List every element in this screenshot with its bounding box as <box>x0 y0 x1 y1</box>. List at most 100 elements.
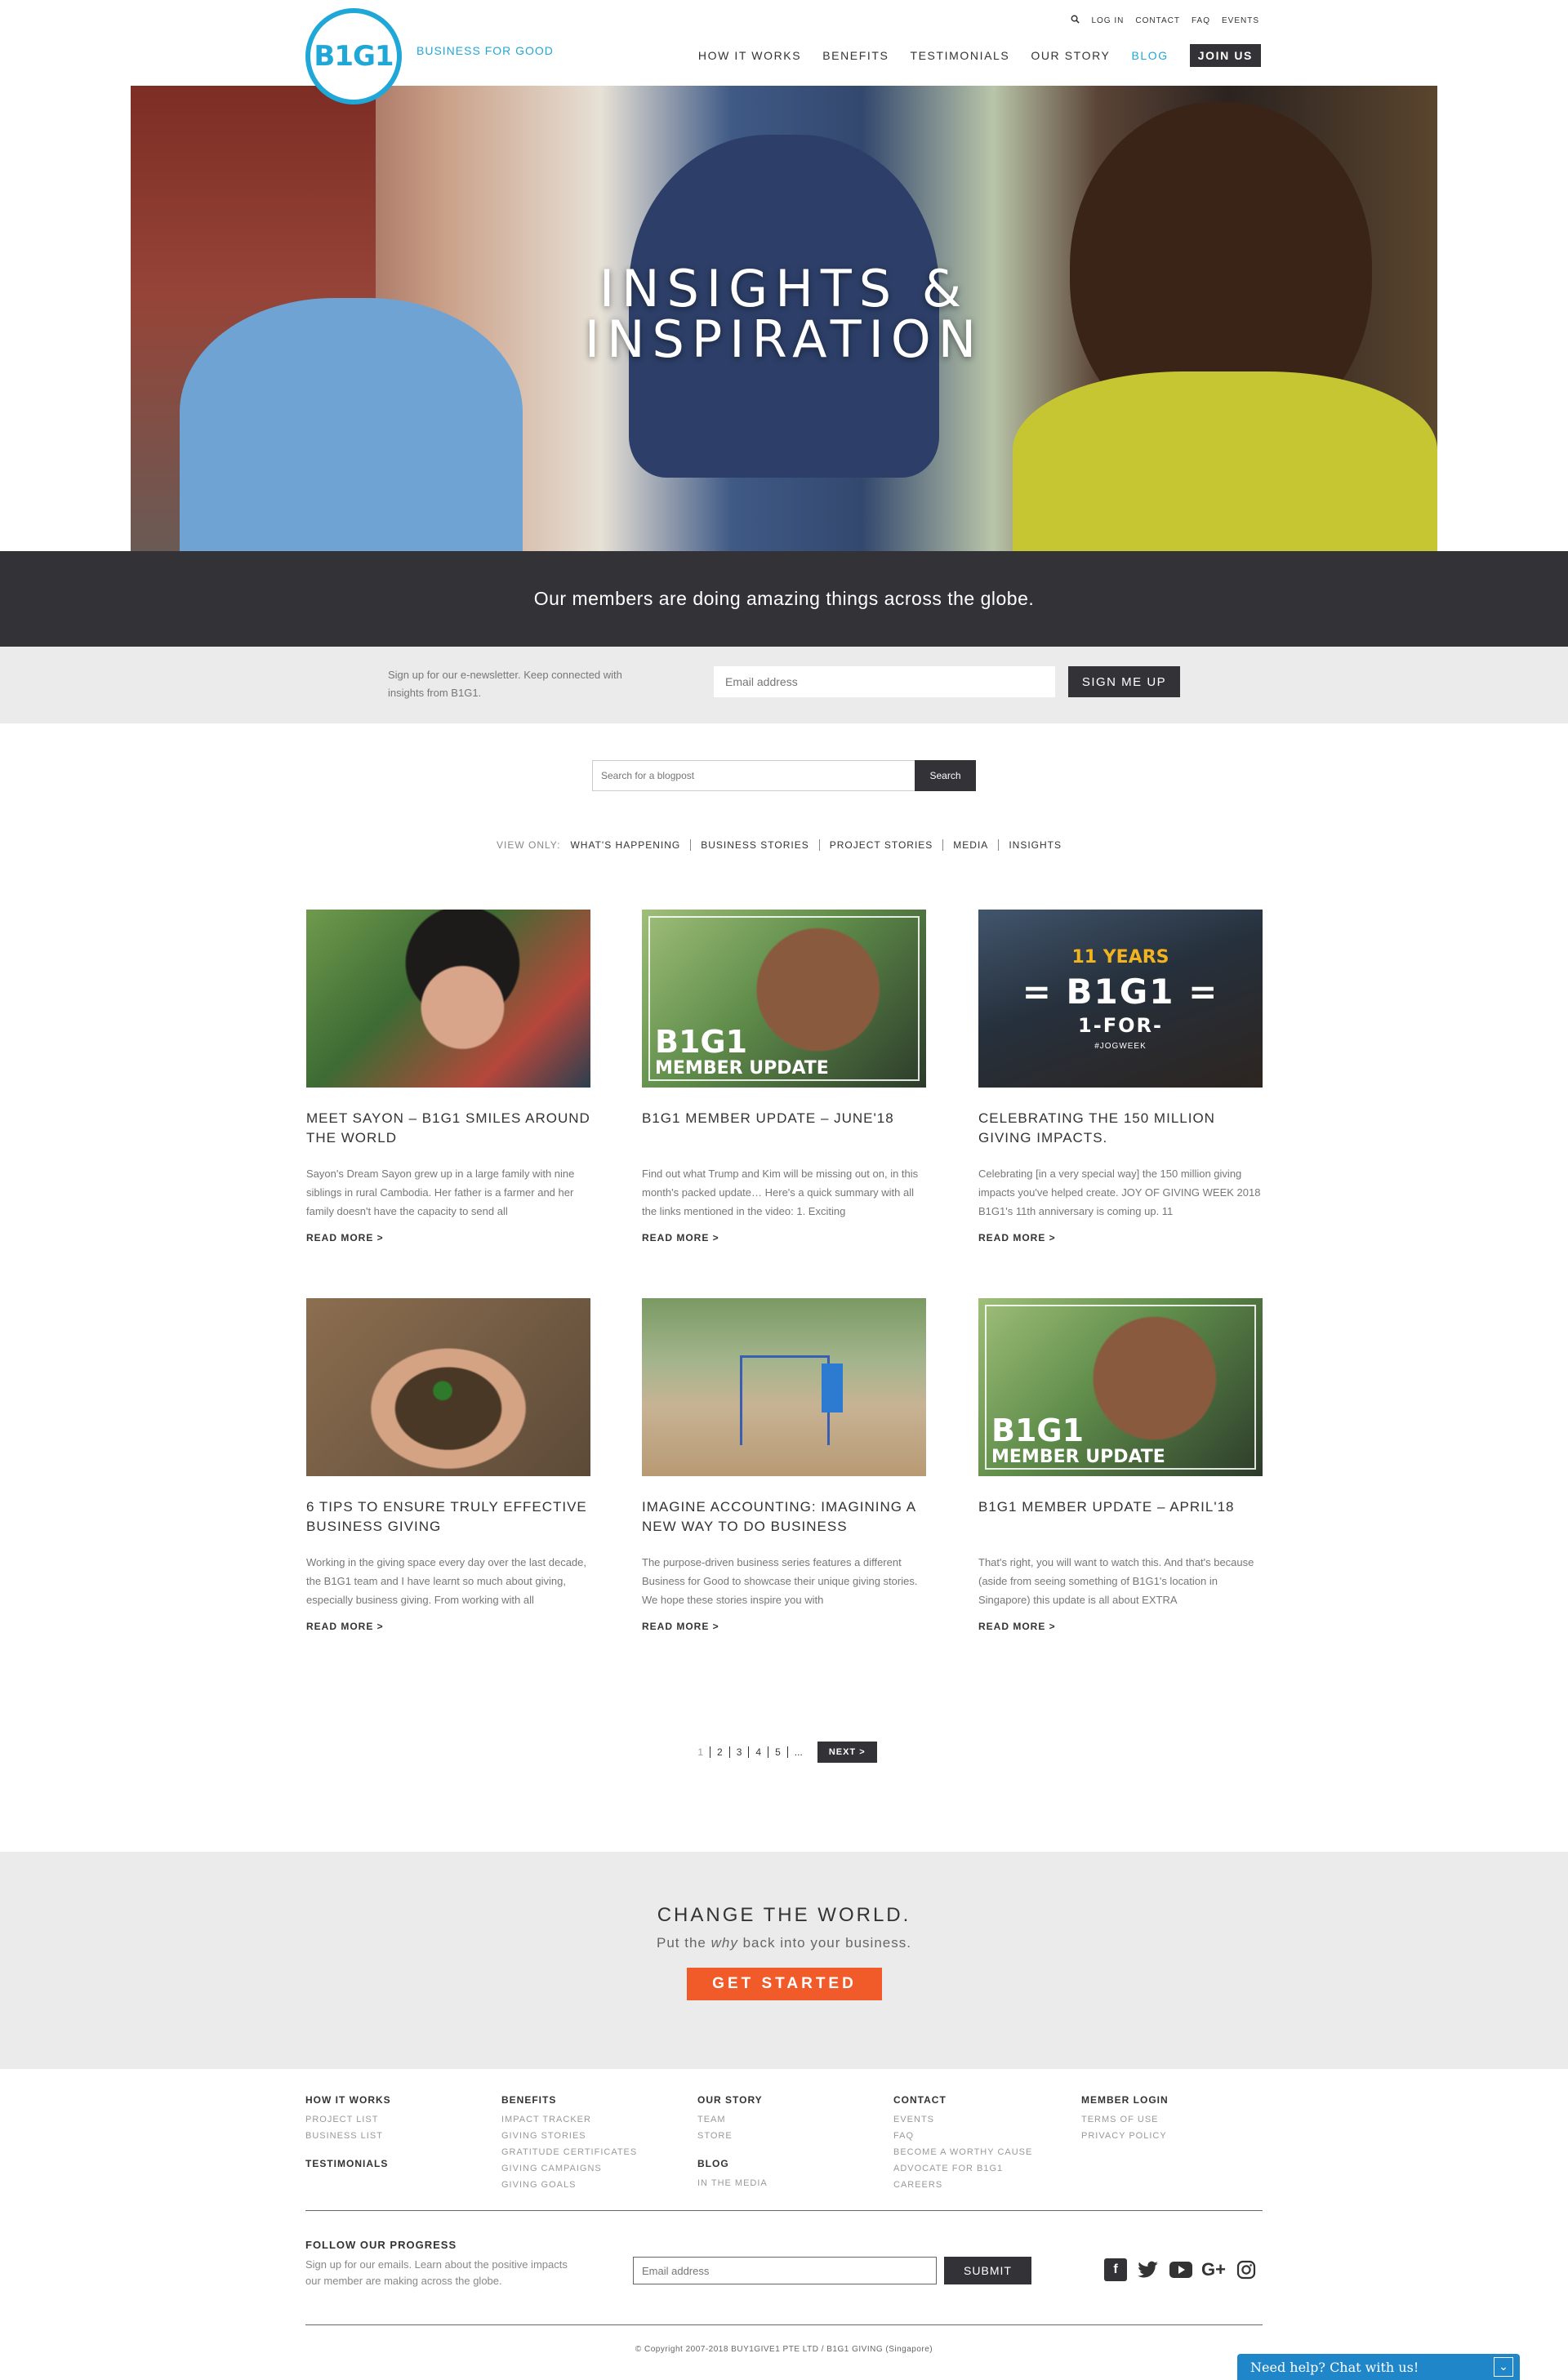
chat-widget[interactable]: Need help? Chat with us! ⌄ <box>1237 2354 1520 2380</box>
blog-post-card: 11 YEARS = B1G1 = 1-FOR- #JOGWEEK CELEBR… <box>978 910 1263 1243</box>
page-3[interactable]: 3 <box>728 1746 749 1758</box>
footer-link[interactable]: TEAM <box>697 2111 768 2128</box>
util-nav-events[interactable]: EVENTS <box>1222 16 1259 25</box>
post-thumbnail[interactable]: 11 YEARS = B1G1 = 1-FOR- #JOGWEEK <box>978 910 1263 1088</box>
logo-text: B1G1 <box>314 40 394 73</box>
read-more-link[interactable]: READ MORE > <box>642 1232 926 1243</box>
filter-project-stories[interactable]: PROJECT STORIES <box>818 839 943 851</box>
blog-post-card: 6 TIPS TO ENSURE TRULY EFFECTIVE BUSINES… <box>306 1298 590 1632</box>
overlay-1-for: 1-FOR- <box>1078 1014 1163 1037</box>
footer-link[interactable]: PROJECT LIST <box>305 2111 391 2128</box>
instagram-icon[interactable] <box>1235 2258 1258 2281</box>
post-thumbnail[interactable]: B1G1 MEMBER UPDATE <box>978 1298 1263 1476</box>
social-links: f G+ <box>1104 2258 1258 2281</box>
cta-sub-emphasis: why <box>710 1935 738 1951</box>
utility-nav: LOG IN CONTACT FAQ EVENTS <box>1071 15 1259 26</box>
get-started-button[interactable]: GET STARTED <box>687 1968 882 2000</box>
read-more-link[interactable]: READ MORE > <box>978 1621 1263 1632</box>
next-page-button[interactable]: NEXT > <box>817 1742 877 1763</box>
footer-heading[interactable]: CONTACT <box>893 2092 1032 2108</box>
util-nav-contact[interactable]: CONTACT <box>1135 16 1180 25</box>
site-header: B1G1 BUSINESS FOR GOOD LOG IN CONTACT FA… <box>0 0 1568 105</box>
post-excerpt: Working in the giving space every day ov… <box>306 1556 587 1606</box>
footer-link[interactable]: PRIVACY POLICY <box>1081 2128 1169 2144</box>
google-plus-icon[interactable]: G+ <box>1201 2258 1226 2281</box>
footer-link[interactable]: GIVING GOALS <box>501 2177 637 2193</box>
footer-heading[interactable]: OUR STORY <box>697 2092 768 2108</box>
footer-email-input[interactable] <box>633 2257 937 2284</box>
post-title[interactable]: B1G1 MEMBER UPDATE – APRIL'18 <box>978 1497 1263 1543</box>
nav-testimonials[interactable]: TESTIMONIALS <box>910 49 1009 62</box>
thumbnail-overlay: B1G1 MEMBER UPDATE <box>991 1414 1165 1466</box>
page-1[interactable]: 1 <box>691 1746 710 1758</box>
newsletter-copy: Sign up for our e-newsletter. Keep conne… <box>388 669 622 699</box>
nav-benefits[interactable]: BENEFITS <box>822 49 889 62</box>
post-thumbnail[interactable] <box>642 1298 926 1476</box>
cta-subtitle: Put the why back into your business. <box>0 1935 1568 1951</box>
cta-sub-before: Put the <box>657 1935 711 1951</box>
read-more-link[interactable]: READ MORE > <box>306 1232 590 1243</box>
hero-title: INSIGHTS & INSPIRATION <box>131 264 1437 365</box>
footer-link[interactable]: ADVOCATE FOR B1G1 <box>893 2160 1032 2177</box>
footer-link[interactable]: BECOME A WORTHY CAUSE <box>893 2144 1032 2160</box>
footer-link[interactable]: GIVING STORIES <box>501 2128 637 2144</box>
footer-link[interactable]: STORE <box>697 2128 768 2144</box>
join-us-button[interactable]: JOIN US <box>1189 44 1261 67</box>
facebook-icon[interactable]: f <box>1104 2258 1127 2281</box>
footer-heading[interactable]: HOW IT WORKS <box>305 2092 391 2108</box>
post-title[interactable]: CELEBRATING THE 150 MILLION GIVING IMPAC… <box>978 1109 1263 1154</box>
overlay-years: 11 YEARS <box>1071 947 1169 968</box>
util-nav-login[interactable]: LOG IN <box>1091 16 1124 25</box>
b1g1-logo[interactable]: B1G1 <box>305 8 402 105</box>
read-more-link[interactable]: READ MORE > <box>978 1232 1263 1243</box>
blog-search-input[interactable] <box>592 760 915 791</box>
footer-heading[interactable]: BLOG <box>697 2155 768 2172</box>
filter-media[interactable]: MEDIA <box>942 839 998 851</box>
footer-heading[interactable]: TESTIMONIALS <box>305 2155 391 2172</box>
sign-me-up-button[interactable]: SIGN ME UP <box>1068 666 1180 697</box>
post-title[interactable]: IMAGINE ACCOUNTING: IMAGINING A NEW WAY … <box>642 1497 926 1543</box>
post-excerpt: Sayon's Dream Sayon grew up in a large f… <box>306 1168 575 1217</box>
post-thumbnail[interactable] <box>306 910 590 1088</box>
footer-heading[interactable]: MEMBER LOGIN <box>1081 2092 1169 2108</box>
person-shape <box>822 1363 843 1412</box>
search-icon[interactable] <box>1071 15 1080 26</box>
newsletter-email-input[interactable] <box>714 666 1055 697</box>
post-excerpt: Celebrating [in a very special way] the … <box>978 1168 1261 1217</box>
twitter-icon[interactable] <box>1137 2258 1160 2281</box>
post-excerpt: Find out what Trump and Kim will be miss… <box>642 1168 919 1217</box>
footer-link[interactable]: FAQ <box>893 2128 1032 2144</box>
page-5[interactable]: 5 <box>768 1746 787 1758</box>
footer-link[interactable]: BUSINESS LIST <box>305 2128 391 2144</box>
footer-heading[interactable]: BENEFITS <box>501 2092 637 2108</box>
filter-whats-happening[interactable]: WHAT'S HAPPENING <box>570 839 690 851</box>
footer-link[interactable]: TERMS OF USE <box>1081 2111 1169 2128</box>
nav-our-story[interactable]: OUR STORY <box>1031 49 1110 62</box>
footer-link[interactable]: EVENTS <box>893 2111 1032 2128</box>
chevron-down-icon[interactable]: ⌄ <box>1494 2357 1513 2377</box>
nav-blog[interactable]: BLOG <box>1131 49 1168 62</box>
footer-link[interactable]: IN THE MEDIA <box>697 2175 768 2191</box>
page-4[interactable]: 4 <box>748 1746 768 1758</box>
read-more-link[interactable]: READ MORE > <box>306 1621 590 1632</box>
post-title[interactable]: B1G1 MEMBER UPDATE – JUNE'18 <box>642 1109 926 1154</box>
page-2[interactable]: 2 <box>710 1746 729 1758</box>
footer-link[interactable]: IMPACT TRACKER <box>501 2111 637 2128</box>
footer-link[interactable]: CAREERS <box>893 2177 1032 2193</box>
footer-link[interactable]: GIVING CAMPAIGNS <box>501 2160 637 2177</box>
read-more-link[interactable]: READ MORE > <box>642 1621 926 1632</box>
blog-search-button[interactable]: Search <box>915 760 976 791</box>
youtube-icon[interactable] <box>1169 2258 1192 2281</box>
tagline: BUSINESS FOR GOOD <box>416 44 554 57</box>
footer-col-member-login: MEMBER LOGIN TERMS OF USE PRIVACY POLICY <box>1081 2092 1169 2144</box>
post-title[interactable]: 6 TIPS TO ENSURE TRULY EFFECTIVE BUSINES… <box>306 1497 590 1543</box>
filter-insights[interactable]: INSIGHTS <box>998 839 1071 851</box>
nav-how-it-works[interactable]: HOW IT WORKS <box>698 49 801 62</box>
filter-business-stories[interactable]: BUSINESS STORIES <box>690 839 818 851</box>
util-nav-faq[interactable]: FAQ <box>1192 16 1210 25</box>
footer-submit-button[interactable]: SUBMIT <box>944 2257 1031 2284</box>
post-thumbnail[interactable]: B1G1 MEMBER UPDATE <box>642 910 926 1088</box>
footer-link[interactable]: GRATITUDE CERTIFICATES <box>501 2144 637 2160</box>
post-title[interactable]: MEET SAYON – B1G1 SMILES AROUND THE WORL… <box>306 1109 590 1154</box>
post-thumbnail[interactable] <box>306 1298 590 1476</box>
